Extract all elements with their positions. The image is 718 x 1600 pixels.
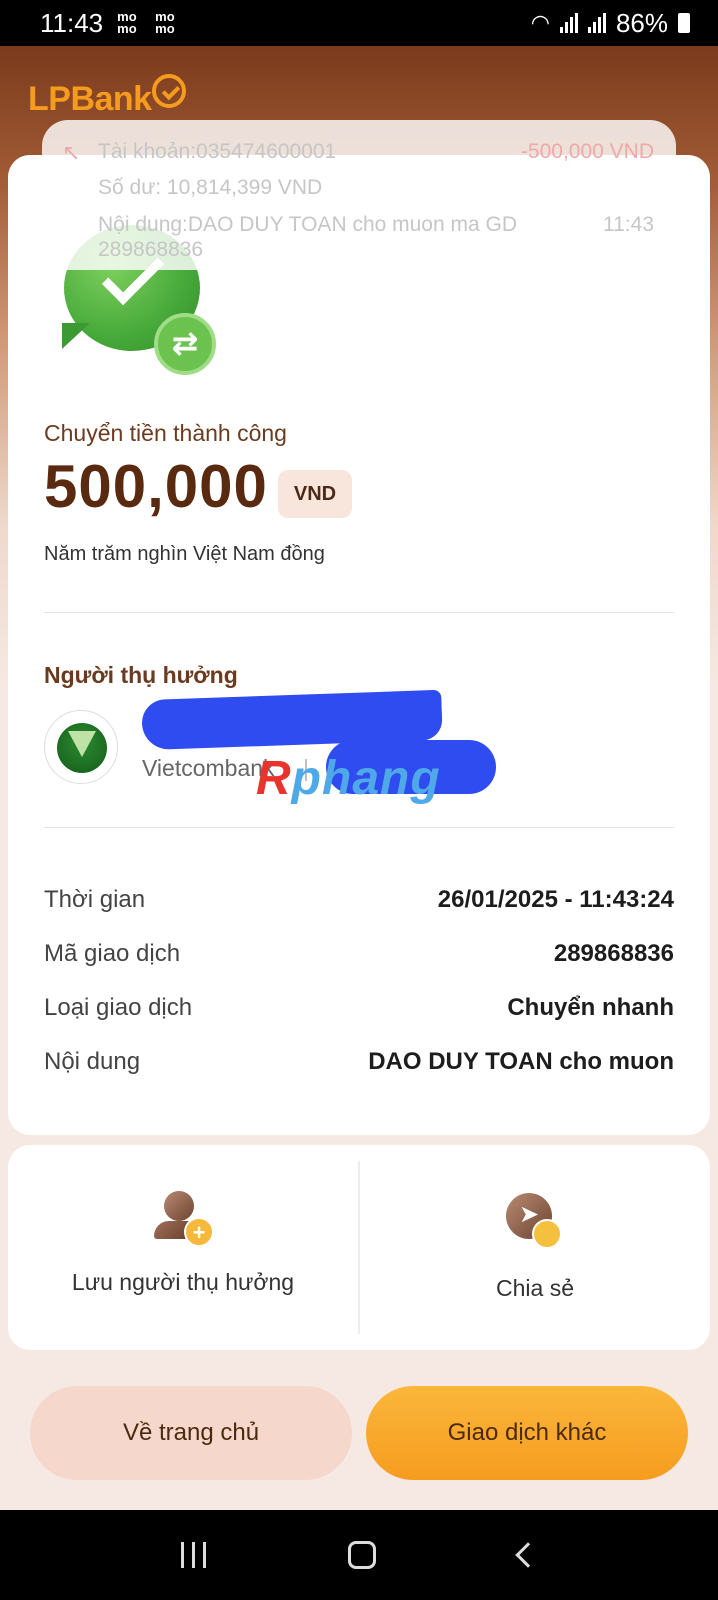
signal-icon — [559, 13, 578, 33]
detail-row-content: Nội dung DAO DUY TOAN cho muon — [44, 1035, 674, 1089]
save-beneficiary-button[interactable]: + Lưu người thụ hưởng — [8, 1145, 358, 1350]
notification-balance: Số dư: 10,814,399 VND — [98, 176, 323, 199]
notification-amount: -500,000 VND — [520, 140, 654, 163]
beneficiary-bank-name: Vietcombank — [142, 755, 275, 781]
add-user-icon: + — [154, 1191, 214, 1247]
lpbank-logo-mark-icon — [152, 74, 186, 108]
lpbank-logo: LPBank — [28, 80, 152, 118]
wifi-icon: ◠ — [530, 10, 550, 35]
status-left: 11:43 mo mo mo mo — [40, 8, 179, 39]
notification-content-row: Nội dung:DAO DUY TOAN cho muon ma GD 289… — [98, 212, 654, 262]
detail-value: DAO DUY TOAN cho muon — [368, 1048, 674, 1075]
action-card: + Lưu người thụ hưởng ➤ Chia sẻ — [8, 1145, 710, 1350]
beneficiary-title: Người thụ hưởng — [44, 662, 238, 688]
home-button[interactable]: Về trang chủ — [30, 1386, 352, 1480]
watermark-initial: R — [256, 752, 292, 805]
success-label: Chuyển tiền thành công — [44, 420, 287, 446]
amount-in-words: Năm trăm nghìn Việt Nam đồng — [44, 543, 325, 565]
save-beneficiary-label: Lưu người thụ hưởng — [71, 1269, 295, 1295]
receipt-card: ⇄ Chuyển tiền thành công 500,000 VND Năm… — [8, 155, 710, 1135]
status-right: ◠ 86% — [531, 8, 690, 39]
transfer-amount: 500,000 — [44, 453, 268, 520]
status-bar: 11:43 mo mo mo mo ◠ 86% — [0, 0, 718, 46]
back-icon[interactable] — [515, 1542, 541, 1568]
detail-value: 289868836 — [553, 940, 674, 967]
status-time: 11:43 — [40, 7, 104, 38]
outgoing-arrow-icon: ↖ — [62, 140, 81, 165]
notification-time: 11:43 — [603, 213, 654, 236]
currency-badge: VND — [278, 470, 352, 518]
detail-label: Loại giao dịch — [44, 994, 193, 1021]
battery-percent: 86% — [615, 7, 668, 38]
transaction-notification[interactable]: ↖ Tài khoản:035474600001 -500,000 VND Số… — [42, 120, 676, 270]
share-label: Chia sẻ — [496, 1275, 574, 1301]
detail-value: Chuyển nhanh — [507, 994, 674, 1021]
signal-icon — [587, 13, 606, 33]
detail-row-transaction-id: Mã giao dịch 289868836 — [44, 927, 674, 981]
notification-account-row: Tài khoản:035474600001 -500,000 VND — [98, 140, 654, 176]
share-icon: ➤ — [504, 1191, 566, 1253]
divider — [44, 827, 674, 828]
transfer-swap-icon: ⇄ — [154, 313, 216, 375]
watermark-rest: phang — [291, 752, 441, 805]
detail-row-time: Thời gian 26/01/2025 - 11:43:24 — [44, 873, 674, 927]
transaction-details: Thời gian 26/01/2025 - 11:43:24 Mã giao … — [44, 873, 674, 1089]
notification-content: Nội dung:DAO DUY TOAN cho muon ma GD 289… — [98, 213, 518, 261]
detail-row-transaction-type: Loại giao dịch Chuyển nhanh — [44, 981, 674, 1035]
battery-icon — [678, 13, 690, 33]
share-button[interactable]: ➤ Chia sẻ — [358, 1161, 710, 1334]
vietcombank-logo-icon — [44, 710, 118, 784]
recent-apps-icon[interactable] — [181, 1542, 207, 1568]
system-nav-bar — [0, 1510, 718, 1600]
other-transaction-button[interactable]: Giao dịch khác — [366, 1386, 688, 1480]
momo-notification-icon: mo mo — [117, 9, 137, 36]
momo-notification-icon: mo mo — [155, 9, 175, 36]
detail-value: 26/01/2025 - 11:43:24 — [437, 886, 674, 913]
home-icon[interactable] — [348, 1541, 377, 1569]
divider — [44, 612, 674, 613]
watermark: Rphang — [256, 751, 441, 806]
detail-label: Nội dung — [44, 1048, 141, 1075]
detail-label: Mã giao dịch — [44, 940, 181, 967]
notification-balance-row: Số dư: 10,814,399 VND — [98, 176, 654, 212]
detail-label: Thời gian — [44, 886, 146, 913]
notification-account: Tài khoản:035474600001 — [98, 140, 337, 163]
